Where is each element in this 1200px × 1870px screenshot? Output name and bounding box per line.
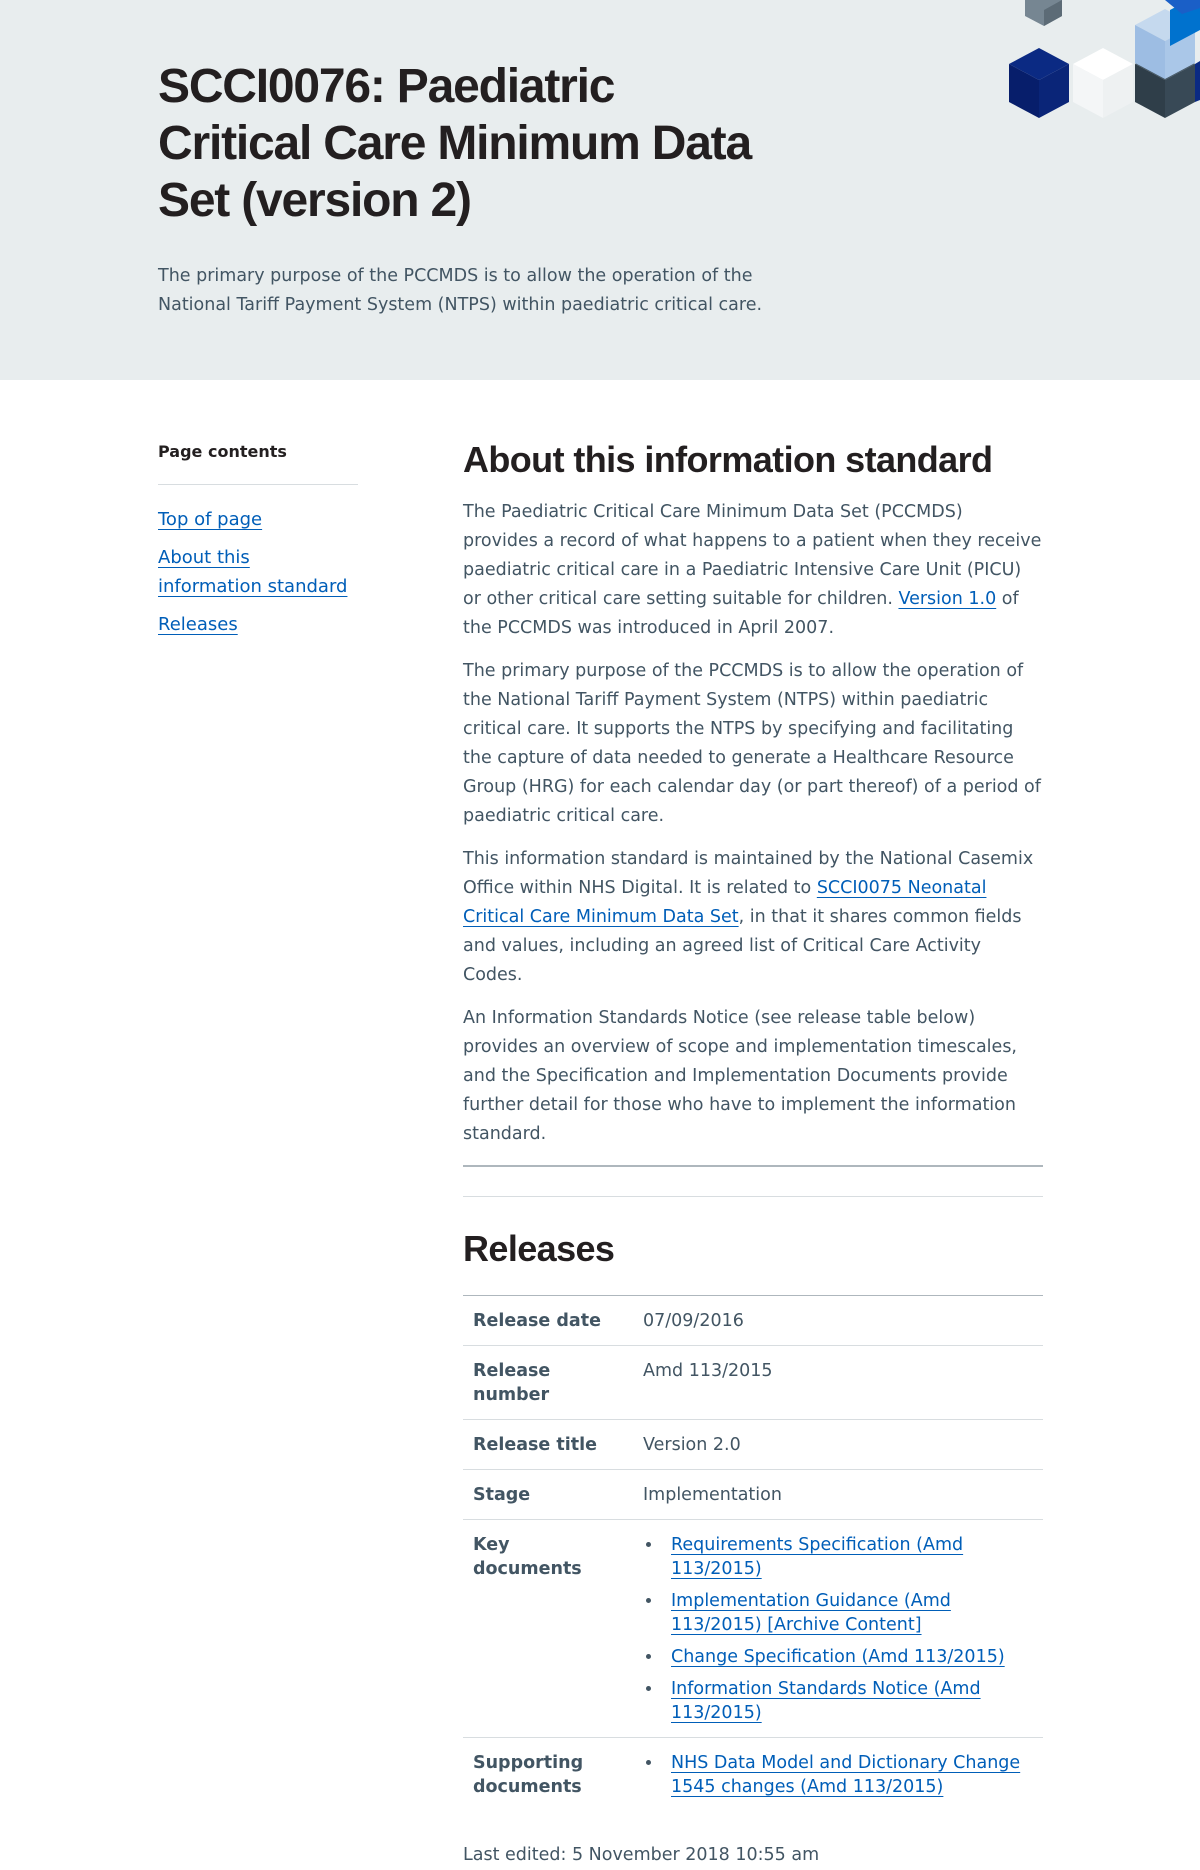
about-paragraph: The Paediatric Critical Care Minimum Dat…	[463, 502, 1042, 638]
release-table: Release date 07/09/2016 Release number A…	[463, 1295, 1043, 1811]
data-dictionary-change-link[interactable]: NHS Data Model and Dictionary Change 154…	[671, 1753, 1020, 1797]
information-standards-notice-link[interactable]: Information Standards Notice (Amd 113/20…	[671, 1679, 981, 1723]
page-contents-item: About this information standard	[158, 543, 358, 601]
about-this-information-standard-link[interactable]: About this information standard	[158, 547, 347, 597]
section-divider	[463, 1196, 1043, 1197]
table-row: Release date 07/09/2016	[463, 1295, 1043, 1346]
page-title: SCCI0076: Paediatric Critical Care Minim…	[158, 60, 752, 227]
list-item: NHS Data Model and Dictionary Change 154…	[663, 1751, 1033, 1799]
row-label: Supporting documents	[473, 1753, 584, 1797]
page-contents-divider	[158, 484, 358, 485]
stage-value: Implementation	[633, 1469, 1043, 1520]
table-row: Supporting documents NHS Data Model and …	[463, 1738, 1043, 1812]
about-paragraph: The primary purpose of the PCCMDS is to …	[463, 661, 1041, 826]
last-edited-text: Last edited: 5 November 2018 10:55 am	[463, 1845, 820, 1865]
key-documents-list: Requirements Specification (Amd 113/2015…	[643, 1533, 1033, 1725]
row-label: Stage	[463, 1469, 633, 1520]
page-contents-item: Releases	[158, 610, 358, 639]
supporting-documents-list-cell: NHS Data Model and Dictionary Change 154…	[633, 1738, 1043, 1812]
releases-section: Releases Release date 07/09/2016 Release…	[463, 1225, 1043, 1811]
top-of-page-link[interactable]: Top of page	[158, 509, 262, 530]
about-section: About this information standard The Paed…	[463, 436, 1043, 1197]
row-label: Release number	[463, 1345, 633, 1420]
list-item: Implementation Guidance (Amd 113/2015) […	[663, 1589, 1033, 1637]
releases-heading: Releases	[463, 1228, 615, 1269]
list-item: Requirements Specification (Amd 113/2015…	[663, 1533, 1033, 1581]
list-item: Change Specification (Amd 113/2015)	[663, 1645, 1033, 1669]
implementation-guidance-link[interactable]: Implementation Guidance (Amd 113/2015) […	[671, 1591, 951, 1635]
release-date-value: 07/09/2016	[633, 1295, 1043, 1346]
row-label: Key documents	[463, 1519, 633, 1738]
main-content: About this information standard The Paed…	[463, 436, 1043, 1870]
table-row: Stage Implementation	[463, 1469, 1043, 1520]
section-divider	[463, 1165, 1043, 1167]
decorative-cubes-graphic	[1009, 0, 1200, 118]
page-contents-heading: Page contents	[158, 442, 287, 461]
row-label: Release title	[463, 1419, 633, 1470]
about-paragraph: This information standard is maintained …	[463, 849, 1034, 985]
release-title-value: Version 2.0	[633, 1419, 1043, 1470]
releases-link[interactable]: Releases	[158, 614, 238, 635]
about-heading: About this information standard	[463, 439, 993, 480]
release-number-value: Amd 113/2015	[633, 1345, 1043, 1420]
table-row: Release number Amd 113/2015	[463, 1345, 1043, 1420]
version-1-0-link[interactable]: Version 1.0	[898, 589, 996, 609]
page-contents-nav: Page contents Top of page About this inf…	[158, 438, 358, 648]
about-paragraph: An Information Standards Notice (see rel…	[463, 1008, 1017, 1144]
change-specification-link[interactable]: Change Specification (Amd 113/2015)	[671, 1647, 1005, 1667]
table-row: Key documents Requirements Specification…	[463, 1519, 1043, 1738]
requirements-specification-link[interactable]: Requirements Specification (Amd 113/2015…	[671, 1535, 963, 1579]
supporting-documents-list: NHS Data Model and Dictionary Change 154…	[643, 1751, 1033, 1799]
list-item: Information Standards Notice (Amd 113/20…	[663, 1677, 1033, 1725]
table-row: Release title Version 2.0	[463, 1419, 1043, 1470]
key-documents-list-cell: Requirements Specification (Amd 113/2015…	[633, 1519, 1043, 1738]
page-contents-item: Top of page	[158, 505, 358, 534]
page-contents-list: Top of page About this information stand…	[158, 505, 358, 639]
page-summary: The primary purpose of the PCCMDS is to …	[158, 266, 763, 315]
hero-banner: SCCI0076: Paediatric Critical Care Minim…	[0, 0, 1200, 380]
row-label: Release date	[463, 1295, 633, 1346]
